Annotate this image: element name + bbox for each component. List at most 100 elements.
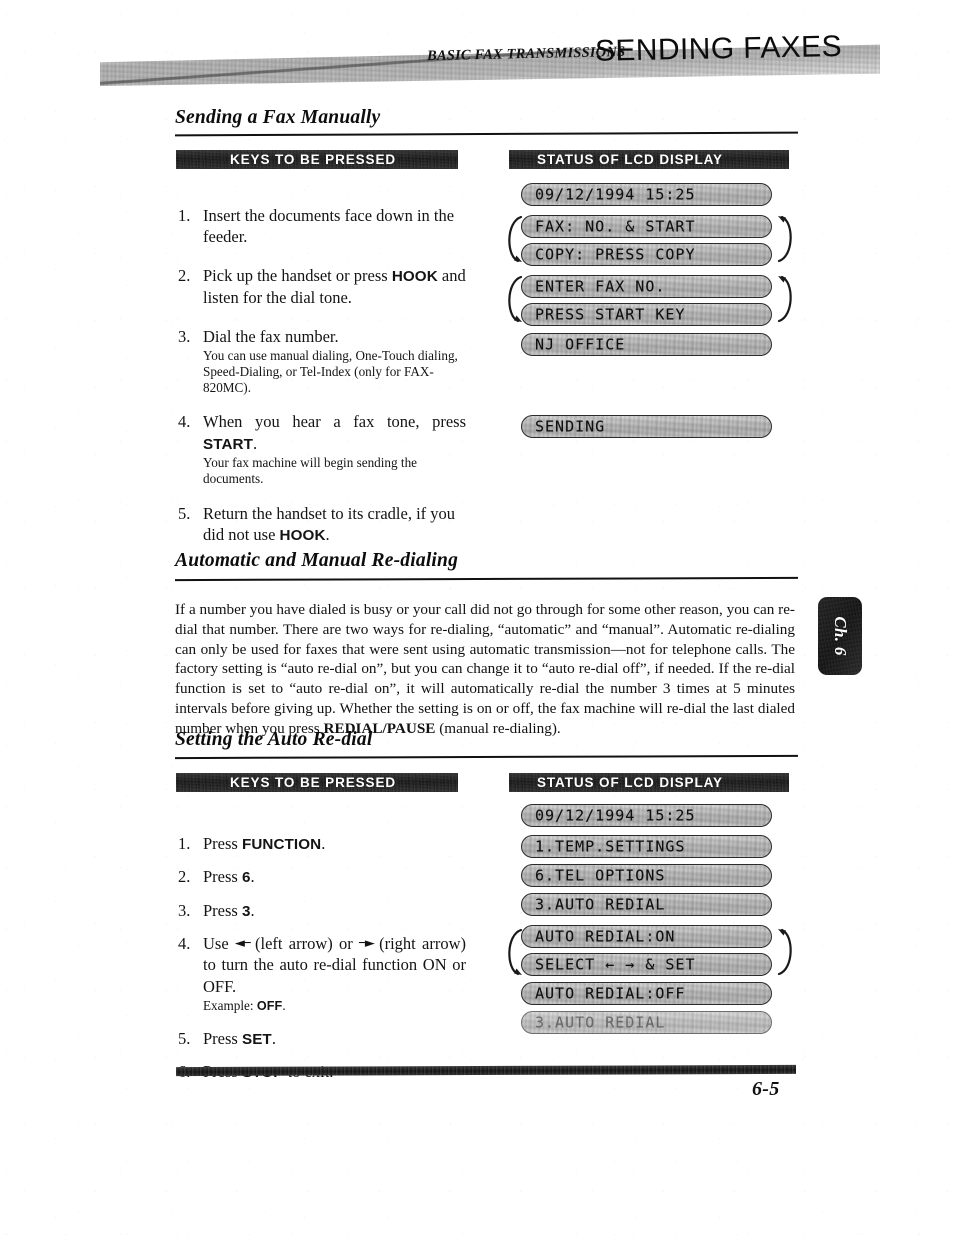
lcd-row-nj-office: NJ OFFICE (521, 333, 772, 356)
lcd-row-datetime: 09/12/1994 15:25 (521, 183, 772, 206)
list-item: 3. Press 3. (178, 900, 466, 921)
chapter-tab: Ch. 6 (818, 597, 862, 675)
lcd-row-auto-redial-menu: 3.AUTO REDIAL (521, 893, 772, 916)
step-text-post: . (321, 834, 326, 853)
step-number: 2. (178, 867, 191, 887)
step-text-post: . (250, 867, 255, 887)
banner-label: KEYS TO BE PRESSED (230, 151, 396, 167)
lcd-row-temp-settings: 1.TEMP.SETTINGS (521, 835, 772, 858)
banner-keys-to-be-pressed-2: KEYS TO BE PRESSED (176, 773, 458, 792)
lcd-text: 3.AUTO REDIAL (535, 895, 666, 914)
right-arrow-icon: ─► (359, 936, 375, 952)
loop-bracket-right-icon (775, 925, 799, 979)
section-heading-setting-the-auto-re-dial: Setting the Auto Re-dial (175, 729, 373, 750)
key-name-hook: HOOK (279, 526, 326, 544)
step-note: Example: OFF. (203, 998, 466, 1014)
section-rule (174, 576, 799, 582)
step-text-pre: Use (203, 934, 235, 954)
lcd-text: 3.AUTO REDIAL (535, 1013, 666, 1032)
lcd-text: 09/12/1994 15:25 (535, 185, 696, 204)
step-text-mid: (left arrow) or (248, 934, 359, 954)
list-item: 4. Use ◄─ (left arrow) or ─► (right arro… (178, 933, 466, 1013)
page-number: 6-5 (752, 1078, 780, 1100)
section-rule (174, 131, 799, 137)
loop-bracket-left-icon (501, 272, 525, 326)
lcd-text: 6.TEL OPTIONS (535, 866, 666, 885)
loop-bracket-left-icon (501, 925, 525, 979)
step-text: Press FUNCTION. (203, 833, 466, 854)
section-heading-sending-a-fax-manually: Sending a Fax Manually (175, 107, 381, 128)
loop-bracket-right-icon (775, 272, 799, 326)
list-item: 5. Press SET. (178, 1028, 466, 1049)
lcd-text: 09/12/1994 15:25 (535, 806, 696, 825)
step-text-pre: Press (203, 900, 242, 920)
step-number: 1. (178, 834, 191, 853)
paragraph-text-part2: (manual re-dialing). (435, 719, 561, 737)
key-name-6: 6 (241, 869, 251, 887)
step-text: When you hear a fax tone, press START. (203, 411, 466, 454)
lcd-text: 1.TEMP.SETTINGS (535, 837, 686, 856)
lcd-row-enter-fax-no: ENTER FAX NO. (521, 275, 772, 298)
step-text: Press SET. (203, 1028, 466, 1049)
lcd-row-auto-redial-off: AUTO REDIAL:OFF (521, 982, 772, 1005)
lcd-row-sending: SENDING (521, 415, 772, 438)
step-note-post: . (282, 997, 286, 1013)
lcd-text: NJ OFFICE (535, 335, 626, 354)
key-name-start: START (203, 435, 253, 453)
step-text: Pick up the handset or press HOOK and li… (203, 265, 466, 308)
loop-bracket-left-icon (501, 212, 525, 266)
key-name-3: 3 (241, 902, 251, 920)
banner-label: STATUS OF LCD DISPLAY (537, 151, 723, 167)
lcd-row-fax-no-start: FAX: NO. & START (521, 215, 772, 238)
key-name-hook: HOOK (391, 268, 438, 286)
step-note: You can use manual dialing, One-Touch di… (203, 347, 458, 395)
list-item: 3. Dial the fax number. You can use manu… (178, 326, 466, 396)
step-text-pre: When you hear a fax tone, press (203, 412, 466, 432)
step-note-label: Example: (203, 997, 257, 1013)
document-page: BASIC FAX TRANSMISSIONS SENDING FAXES Se… (0, 0, 954, 1235)
step-number: 2. (178, 266, 191, 286)
banner-label: STATUS OF LCD DISPLAY (537, 774, 723, 790)
step-text-pre: Press (203, 1028, 242, 1048)
key-name-function: FUNCTION (241, 836, 322, 853)
step-number: 3. (178, 326, 191, 346)
footer-rule (175, 1064, 797, 1077)
key-name-set: SET (241, 1030, 272, 1048)
lcd-text: PRESS START KEY (535, 305, 686, 324)
section-heading-automatic-and-manual-re-dialing: Automatic and Manual Re-dialing (175, 550, 459, 571)
chapter-tab-label: Ch. 6 (831, 616, 850, 656)
step-text-pre: Press (203, 834, 242, 853)
lcd-text: FAX: NO. & START (535, 217, 696, 236)
list-item: 1. Press FUNCTION. (178, 833, 466, 854)
lcd-text: SELECT ← → & SET (535, 955, 696, 974)
step-text: Insert the documents face down in the fe… (203, 206, 455, 247)
step-text-pre: Press (203, 867, 242, 887)
lcd-text: AUTO REDIAL:OFF (535, 984, 686, 1003)
step-number: 3. (178, 900, 191, 920)
key-name-off: OFF (256, 998, 283, 1013)
banner-label: KEYS TO BE PRESSED (230, 774, 396, 790)
lcd-row-tel-options: 6.TEL OPTIONS (521, 864, 772, 887)
paragraph-re-dialing: If a number you have dialed is busy or y… (175, 600, 795, 739)
lcd-text: SENDING (535, 417, 606, 436)
step-number: 4. (178, 934, 191, 954)
step-number: 5. (178, 1028, 191, 1048)
page-title: SENDING FAXES (594, 30, 843, 68)
step-number: 4. (178, 412, 191, 432)
steps-list-sending-a-fax: 1. Insert the documents face down in the… (178, 205, 466, 545)
lcd-text: COPY: PRESS COPY (535, 245, 696, 264)
loop-bracket-right-icon (775, 212, 799, 266)
step-text-post: . (250, 900, 255, 920)
list-item: 2. Press 6. (178, 866, 466, 887)
left-arrow-icon: ◄─ (234, 936, 251, 952)
banner-keys-to-be-pressed-1: KEYS TO BE PRESSED (176, 150, 458, 169)
lcd-row-copy-press-copy: COPY: PRESS COPY (521, 243, 772, 266)
step-text: Return the handset to its cradle, if you… (203, 503, 466, 546)
step-text: Dial the fax number. (203, 326, 339, 346)
list-item: 1. Insert the documents face down in the… (178, 205, 466, 247)
step-number: 1. (178, 206, 191, 225)
paragraph-text-part1: If a number you have dialed is busy or y… (175, 601, 795, 737)
step-text: Press 3. (203, 900, 466, 921)
lcd-row-auto-redial-on: AUTO REDIAL:ON (521, 925, 772, 948)
lcd-row-auto-redial-menu-return: 3.AUTO REDIAL (521, 1011, 772, 1034)
